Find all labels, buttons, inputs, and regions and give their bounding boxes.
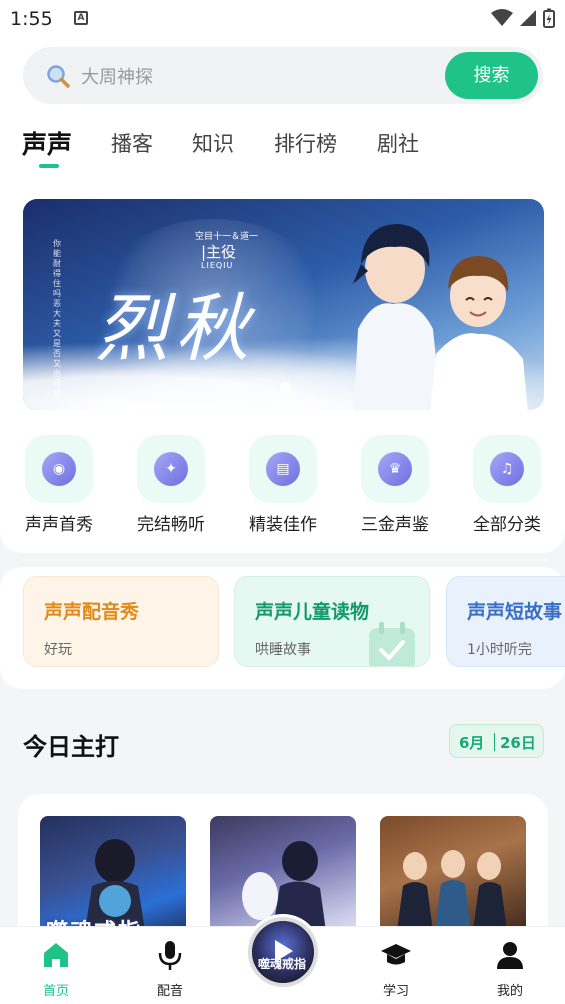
folder-icon: ♫ — [490, 452, 524, 486]
quick-entry-debut[interactable]: ◉ 声声首秀 — [14, 435, 104, 535]
quick-entry-completed[interactable]: ✦ 完结畅听 — [126, 435, 216, 535]
promo-title: 声声儿童读物 — [255, 601, 370, 623]
quick-entry-label: 三金声鉴 — [361, 515, 429, 535]
tab-indicator — [39, 164, 59, 168]
banner-character-right — [430, 256, 528, 410]
quick-entry-label: 完结畅听 — [137, 515, 205, 535]
planet-icon: ✦ — [154, 452, 188, 486]
book-icon: ▤ — [266, 452, 300, 486]
nav-label: 我的 — [496, 984, 523, 999]
section-title: 今日主打 — [23, 733, 119, 761]
promo-card-dubbing-show[interactable]: 声声配音秀 好玩 — [23, 576, 219, 667]
nav-label: 学习 — [382, 984, 409, 999]
notification-icon: A — [74, 11, 88, 25]
search-input[interactable]: 大周神探 — [81, 63, 153, 89]
quick-entry-awards[interactable]: ♛ 三金声鉴 — [350, 435, 440, 535]
carousel-indicator — [280, 382, 291, 393]
promo-subtitle: 1小时听完 — [467, 642, 532, 658]
header-panel: 大周神探 搜索 声声 播客 知识 排行榜 剧社 你能耐得住吗恶大夫又是否又出问题… — [0, 38, 565, 553]
promo-card-kids-reading[interactable]: 声声儿童读物 哄睡故事 — [234, 576, 430, 667]
mini-player-disc[interactable]: 噬魂戒指 — [248, 917, 318, 987]
nav-learning[interactable]: 学习 — [361, 939, 431, 999]
home-icon — [44, 943, 68, 967]
tab-rankings[interactable]: 排行榜 — [274, 128, 337, 158]
tab-drama-club[interactable]: 剧社 — [377, 128, 419, 158]
promo-strip: 声声配音秀 好玩 声声儿童读物 哄睡故事 声声短故事 1小时听完 — [0, 567, 565, 689]
quick-entry-label: 全部分类 — [473, 515, 541, 535]
speaker-icon: ◉ — [42, 452, 76, 486]
status-icons — [491, 8, 555, 28]
trophy-icon: ♛ — [378, 452, 412, 486]
graduation-cap-icon — [381, 944, 411, 965]
promo-card-short-stories[interactable]: 声声短故事 1小时听完 — [446, 576, 565, 667]
search-icon — [47, 65, 70, 88]
search-bar[interactable]: 大周神探 搜索 — [23, 47, 543, 104]
banner-carousel[interactable]: 你能耐得住吗恶大夫又是否又出问题 空目十一＆道一 |主役 LIEQIU 烈秋 — [23, 199, 544, 410]
nav-label: 首页 — [42, 984, 69, 999]
nav-label: 配音 — [156, 984, 183, 999]
quick-entry-label: 精装佳作 — [249, 515, 317, 535]
date-month: 6月 — [459, 734, 485, 752]
signal-icon — [520, 10, 536, 26]
banner-title: 烈秋 — [95, 286, 255, 372]
tab-shengsheng[interactable]: 声声 — [22, 125, 72, 161]
status-time: 1:55 — [10, 8, 53, 30]
nav-dubbing[interactable]: 配音 — [135, 939, 205, 999]
nav-profile[interactable]: 我的 — [475, 939, 545, 999]
promo-title: 声声配音秀 — [44, 601, 140, 623]
promo-subtitle: 哄睡故事 — [255, 642, 311, 658]
banner-role-main: |主役 — [201, 243, 237, 261]
promo-title: 声声短故事 — [467, 601, 563, 623]
nav-home[interactable]: 首页 — [21, 939, 91, 999]
quick-entry-all-categories[interactable]: ♫ 全部分类 — [462, 435, 552, 535]
search-button[interactable]: 搜索 — [445, 52, 538, 99]
profile-icon — [497, 942, 523, 969]
tab-knowledge[interactable]: 知识 — [192, 128, 234, 158]
battery-icon — [543, 8, 555, 28]
quick-entry-premium[interactable]: ▤ 精装佳作 — [238, 435, 328, 535]
date-badge: 6月 26日 — [449, 724, 544, 758]
now-playing-title: 噬魂戒指 — [258, 957, 307, 971]
calendar-check-icon — [369, 622, 415, 666]
quick-entry-label: 声声首秀 — [25, 515, 93, 535]
microphone-icon — [158, 941, 182, 970]
status-bar: 1:55 A — [0, 0, 565, 38]
tab-podcast[interactable]: 播客 — [111, 128, 153, 158]
bottom-navigation: 首页 配音 噬魂戒指 学习 我的 — [0, 917, 565, 1004]
promo-subtitle: 好玩 — [44, 642, 72, 658]
date-day: 26日 — [500, 734, 536, 752]
banner-side-text: 你能耐得住吗恶大夫又是否又出问题 — [53, 239, 61, 398]
wifi-icon — [491, 9, 513, 26]
